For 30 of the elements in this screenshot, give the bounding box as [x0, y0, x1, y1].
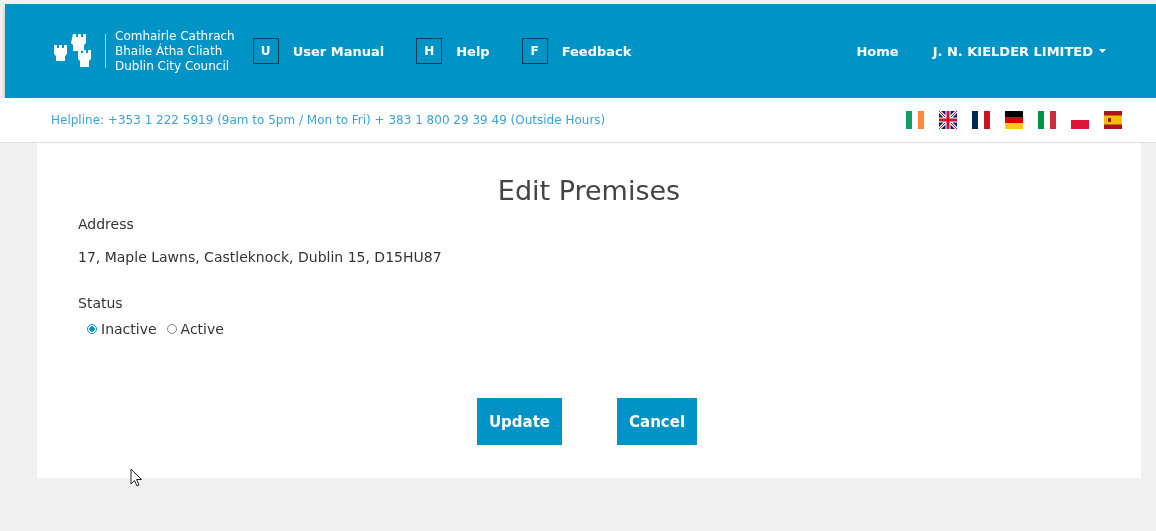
- caret-icon: [1099, 49, 1106, 53]
- italian-flag-icon[interactable]: [1038, 111, 1056, 129]
- council-name: Bhaile Átha Cliath: [115, 43, 224, 59]
- header-link[interactable]: F Feedback: [521, 38, 632, 64]
- spanish-flag-icon[interactable]: [1104, 111, 1122, 129]
- field-label: Status: [78, 295, 124, 311]
- form-button[interactable]: Cancel: [617, 398, 698, 445]
- german-flag-icon[interactable]: [1005, 111, 1023, 129]
- field-label: Address: [78, 216, 135, 232]
- irish-flag-icon[interactable]: [906, 111, 924, 129]
- link-label: Feedback: [561, 43, 632, 59]
- header-link[interactable]: H Help: [416, 38, 490, 64]
- shortcut-key: F: [521, 38, 548, 64]
- helpline-text: Helpline: +353 1 222 5919 (9am to 5pm / Mon to Fri) + 383 1 800 29 39 49 (Outside Hours): [51, 113, 607, 127]
- radio-label: Inactive: [101, 321, 157, 337]
- british-flag-icon[interactable]: [939, 111, 957, 129]
- radio-label: Active: [180, 321, 224, 337]
- council-name: Dublin City Council: [115, 58, 231, 74]
- header-link[interactable]: U User Manual: [252, 38, 385, 64]
- shortcut-key: U: [252, 38, 279, 64]
- page-title: Edit Premises: [496, 175, 682, 206]
- form-button[interactable]: Update: [476, 398, 563, 445]
- radio-button[interactable]: [87, 324, 97, 334]
- french-flag-icon[interactable]: [972, 111, 990, 129]
- link-label: Help: [456, 43, 490, 59]
- link-label: User Manual: [292, 43, 385, 59]
- home-link[interactable]: Home: [856, 43, 899, 59]
- shortcut-key: H: [416, 38, 443, 64]
- council-name: Comhairle Cathrach: [115, 28, 235, 43]
- address-text: 17, Maple Lawns, Castleknock, Dublin 15, D15HU87: [78, 249, 443, 265]
